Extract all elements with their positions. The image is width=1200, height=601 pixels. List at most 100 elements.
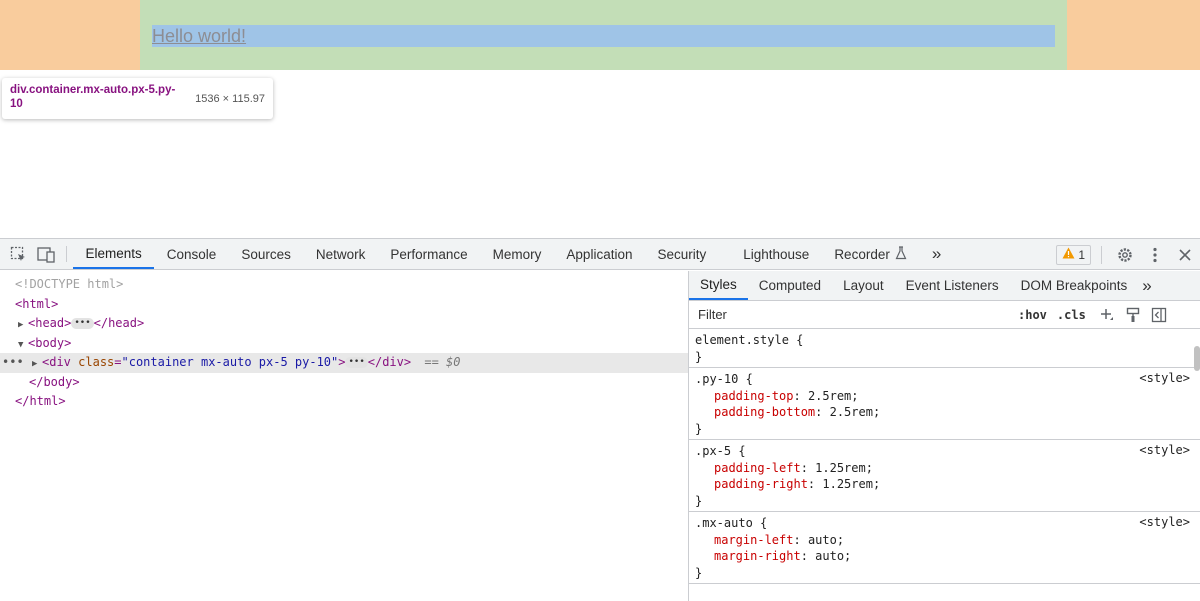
tab-network[interactable]: Network — [303, 239, 378, 269]
rule-close-brace: } — [695, 421, 703, 436]
margin-overlay-right — [1067, 0, 1200, 70]
dom-node-head[interactable]: ▶ <head> ••• </head> — [0, 314, 688, 334]
subtab-event-listeners[interactable]: Event Listeners — [895, 271, 1010, 300]
rule-origin[interactable]: <style> — [1139, 515, 1190, 529]
rule-close-brace: } — [695, 565, 703, 580]
tooltip-size: 1536 × 115.97 — [195, 93, 265, 105]
selected-marker: == $0 — [424, 355, 461, 369]
styles-subtabs: Styles Computed Layout Event Listeners D… — [689, 271, 1200, 301]
css-property[interactable]: padding-right: 1.25rem; — [695, 476, 1194, 493]
styles-filter-input[interactable] — [692, 303, 1008, 326]
new-rule-icon[interactable] — [1094, 307, 1120, 323]
subtab-computed[interactable]: Computed — [748, 271, 832, 300]
css-property-value: 1.25rem; — [815, 460, 873, 475]
page-viewport: Hello world! div.container.mx-auto.px-5.… — [0, 0, 1200, 238]
hov-toggle[interactable]: :hov — [1018, 308, 1047, 322]
elements-dom-tree: <!DOCTYPE html> <html> ▶ <head> ••• </head>… — [0, 271, 688, 601]
rule-origin[interactable]: <style> — [1139, 443, 1190, 457]
rule-mx-auto[interactable]: <style> .mx-auto { margin-left: auto; ma… — [689, 512, 1200, 584]
css-property-name: padding-top — [714, 388, 794, 403]
html-open-tag: <html> — [15, 296, 59, 311]
devtools-tabbar: Elements Console Sources Network Perform… — [0, 239, 1200, 270]
css-property-value: 2.5rem; — [829, 405, 881, 419]
tab-elements[interactable]: Elements — [73, 239, 155, 269]
dom-node-div-selected[interactable]: ••• ▶ <div class="container mx-auto px-5 … — [0, 353, 688, 373]
css-property-value: auto; — [807, 532, 845, 547]
rule-origin[interactable]: <style> — [1139, 371, 1190, 385]
css-property-name: margin-left — [714, 532, 794, 547]
content-overlay — [152, 25, 1055, 47]
tab-security[interactable]: Security — [645, 239, 719, 269]
body-open-tag: <body> — [28, 335, 72, 350]
inspect-tooltip: div.container.mx-auto.px-5.py-10 1536 × … — [2, 78, 273, 119]
styles-scrollbar[interactable] — [1194, 346, 1200, 371]
rule-selector[interactable]: .py-10 { — [695, 371, 1194, 388]
tab-console[interactable]: Console — [154, 239, 229, 269]
css-property-name: padding-left — [714, 460, 801, 475]
subtab-dom-breakpoints[interactable]: DOM Breakpoints — [1010, 271, 1139, 300]
tab-recorder-label: Recorder — [834, 246, 890, 262]
rule-px-5[interactable]: <style> .px-5 { padding-left: 1.25rem; p… — [689, 440, 1200, 512]
inspect-element-icon[interactable] — [4, 239, 32, 269]
html-close-tag: </html> — [15, 394, 66, 408]
flask-icon — [895, 245, 907, 263]
css-property[interactable]: margin-left: auto; — [695, 532, 1194, 549]
tab-lighthouse[interactable]: Lighthouse — [731, 239, 822, 269]
dom-node-body-close[interactable]: </body> — [0, 373, 688, 393]
tab-application[interactable]: Application — [554, 239, 645, 269]
tab-recorder[interactable]: Recorder — [822, 239, 920, 269]
css-property[interactable]: padding-left: 1.25rem; — [695, 460, 1194, 477]
css-property-name: margin-right — [714, 549, 801, 563]
ellipsis-icon[interactable]: ••• — [345, 357, 368, 368]
right-separator — [1101, 245, 1102, 264]
rule-selector[interactable]: .px-5 { — [695, 443, 1194, 460]
tab-performance[interactable]: Performance — [378, 239, 480, 269]
rule-py-10[interactable]: <style> .py-10 { padding-top: 2.5rem; pa… — [689, 368, 1200, 440]
css-property[interactable]: padding-top: 2.5rem; — [695, 388, 1194, 405]
rule-selector[interactable]: .mx-auto { — [695, 515, 1194, 532]
warning-badge[interactable]: 1 — [1056, 244, 1091, 265]
div-attr-name: class — [78, 355, 115, 369]
more-tabs-button[interactable]: » — [919, 239, 953, 269]
styles-sidebar: Styles Computed Layout Event Listeners D… — [688, 271, 1200, 601]
dom-node-body[interactable]: ▼ <body> — [0, 334, 688, 354]
dom-node-doctype[interactable]: <!DOCTYPE html> — [0, 275, 688, 295]
subtab-layout[interactable]: Layout — [832, 271, 895, 300]
subtab-styles[interactable]: Styles — [689, 271, 748, 300]
paint-brush-icon[interactable] — [1120, 307, 1146, 323]
css-property-name: padding-bottom — [714, 405, 816, 419]
ellipsis-icon[interactable]: ••• — [71, 318, 94, 329]
margin-overlay-left — [0, 0, 140, 70]
rule-close-brace: } — [695, 493, 703, 508]
css-property[interactable]: margin-right: auto; — [695, 548, 1194, 565]
cls-toggle[interactable]: .cls — [1057, 308, 1086, 322]
rule-selector[interactable]: element.style { — [695, 332, 1194, 349]
css-property[interactable]: padding-bottom: 2.5rem; — [695, 404, 1194, 421]
warning-icon — [1062, 247, 1075, 262]
css-property-value: 2.5rem; — [807, 388, 859, 403]
close-icon[interactable] — [1170, 248, 1200, 261]
device-toolbar-icon[interactable] — [32, 239, 60, 269]
dom-node-html[interactable]: <html> — [0, 295, 688, 315]
rule-close-brace: } — [695, 349, 703, 364]
css-property-value: auto; — [815, 549, 852, 563]
warning-count: 1 — [1078, 247, 1085, 262]
more-subtabs-button[interactable]: » — [1138, 271, 1155, 300]
tab-sources[interactable]: Sources — [229, 239, 304, 269]
div-attr-value: "container mx-auto px-5 py-10" — [121, 355, 339, 369]
tabbar-right-controls: 1 — [1056, 239, 1200, 270]
body-close-tag: </body> — [29, 374, 80, 389]
rule-element-style[interactable]: element.style { } — [689, 329, 1200, 368]
kebab-menu-icon[interactable] — [1140, 247, 1170, 263]
styles-filter-row: :hov .cls — [689, 301, 1200, 329]
head-close-tag: </head> — [93, 316, 145, 330]
tab-memory[interactable]: Memory — [480, 239, 554, 269]
devtools-panel: Elements Console Sources Network Perform… — [0, 238, 1200, 601]
dom-node-html-close[interactable]: </html> — [0, 392, 688, 412]
node-actions-icon[interactable]: ••• — [2, 353, 24, 373]
div-close-tag: </div> — [367, 355, 412, 369]
div-open-tag: <div — [42, 355, 71, 369]
toggle-sidebar-icon[interactable] — [1146, 307, 1172, 323]
hello-world-link[interactable]: Hello world! — [152, 25, 246, 47]
gear-icon[interactable] — [1110, 246, 1140, 264]
